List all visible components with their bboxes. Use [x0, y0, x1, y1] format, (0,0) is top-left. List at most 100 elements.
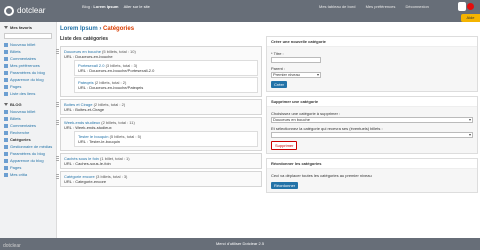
sidebar-item-new-post[interactable]: Nouveau billet	[0, 41, 56, 48]
chevron-down-icon	[4, 103, 8, 106]
help-button[interactable]: Aide	[461, 14, 480, 22]
power-icon[interactable]	[467, 3, 474, 10]
category-url: Douceurs-en-bouche/Pateqeis	[89, 85, 144, 90]
sidebar-item-pages-2[interactable]: Pages	[0, 164, 56, 171]
link-icon	[4, 91, 8, 96]
sidebar-item-label: Nouveau billet	[10, 42, 36, 47]
footer: dotclear Merci d'utiliser Dotclear 2.5	[0, 238, 480, 250]
url-label: URL :	[78, 139, 89, 144]
title-label: * Titre :	[271, 51, 284, 56]
drag-handle-icon[interactable]	[56, 49, 59, 55]
favorites-title: Mes favoris	[10, 25, 33, 30]
delete-category-select[interactable]: Douceurs en bouche	[271, 117, 473, 123]
create-category-box: Créer une nouvelle catégorie * Titre : P…	[266, 36, 478, 92]
category-url: Week-ends-studieux	[75, 125, 112, 130]
actions-column: Créer une nouvelle catégorie * Titre : P…	[266, 36, 478, 197]
category-url: Boites-et-Cirage	[75, 107, 105, 112]
sidebar-item-categories[interactable]: Catégories	[0, 136, 56, 143]
sidebar-item-links[interactable]: Liste des liens	[0, 90, 56, 97]
breadcrumb: Lorem Ipsum › Catégories	[60, 26, 134, 32]
drag-handle-icon[interactable]	[56, 102, 59, 108]
url-label: URL :	[64, 107, 75, 112]
sidebar-item-blog-settings[interactable]: Paramètres du blog	[0, 69, 56, 76]
search-input[interactable]	[4, 33, 52, 39]
sidebar-item-label: Paramètres du blog	[10, 151, 45, 156]
drag-handle-icon[interactable]	[56, 156, 59, 162]
sidebar-item-blog-theme[interactable]: Apparence du blog	[0, 76, 56, 83]
blog-header[interactable]: BLOG	[0, 99, 56, 108]
blog-name[interactable]: Lorem Ipsum	[93, 4, 118, 9]
create-button[interactable]: Créer	[271, 81, 288, 88]
category-item[interactable]: Cachés sous le foin (1 billet, total : 1…	[56, 153, 262, 169]
breadcrumb-blog[interactable]: Lorem Ipsum	[60, 26, 98, 32]
sidebar-item-search[interactable]: Recherche	[0, 129, 56, 136]
delete-category-title: Supprimer une catégorie	[267, 97, 477, 107]
sidebar-item-media[interactable]: Gestionnaire de médias	[0, 143, 56, 150]
delete-category-box: Supprimer une catégorie Choisissez une c…	[266, 96, 478, 154]
posts-icon	[4, 49, 8, 54]
sidebar-item-posts-2[interactable]: Billets	[0, 115, 56, 122]
sidebar-item-label: Nouveau billet	[10, 109, 36, 114]
drag-handle-icon[interactable]	[56, 174, 59, 180]
subcategory-item[interactable]: Portesexall 2.0 (3 billets, total : 3) U…	[74, 60, 258, 76]
reorder-category-box: Réordonner les catégories Ceci va déplac…	[266, 158, 478, 193]
category-item[interactable]: Catégorie encore (3 billets, total : 3) …	[56, 171, 262, 187]
preferences-link[interactable]: Mes préférences	[366, 4, 396, 9]
parent-select[interactable]: Premier niveau	[271, 72, 321, 78]
settings-icon	[4, 70, 8, 75]
reorder-button[interactable]: Réordonner	[271, 182, 299, 189]
sidebar-item-blog-theme-2[interactable]: Apparence du blog	[0, 157, 56, 164]
move-posts-label: Et sélectionnez la catégorie qui recevra…	[271, 126, 383, 131]
theme-icon	[4, 158, 8, 163]
sidebar-item-label: Apparence du blog	[10, 77, 44, 82]
sidebar-item-label: Recherche	[10, 130, 30, 135]
sidebar-item-more[interactable]: Mes critia	[0, 171, 56, 178]
theme-icon	[4, 77, 8, 82]
logo-icon	[4, 6, 14, 16]
sidebar-item-preferences[interactable]: Mes préférences	[0, 62, 56, 69]
logout-link[interactable]: Déconnexion	[406, 4, 429, 9]
category-url: Tester-le-bouquin	[89, 139, 121, 144]
sidebar-item-blog-settings-2[interactable]: Paramètres du blog	[0, 150, 56, 157]
favorites-header[interactable]: Mes favoris	[0, 22, 56, 31]
url-label: URL :	[64, 54, 75, 59]
sidebar-item-label: Billets	[10, 49, 21, 54]
footer-text: Merci d'utiliser Dotclear 2.5	[215, 241, 265, 246]
sidebar-item-comments-2[interactable]: Commentaires	[0, 122, 56, 129]
category-item[interactable]: Douceurs en bouche (5 billets, total : 1…	[56, 46, 262, 97]
title-input[interactable]	[271, 57, 321, 63]
choose-category-label: Choisissez une catégorie à supprimer :	[271, 111, 341, 116]
logo-text: dotclear	[17, 6, 46, 15]
sidebar-item-new-post-2[interactable]: Nouveau billet	[0, 108, 56, 115]
sidebar-item-pages[interactable]: Pages	[0, 83, 56, 90]
move-posts-select[interactable]	[271, 132, 473, 138]
sidebar-item-label: Mes critia	[10, 172, 28, 177]
media-icon	[4, 144, 8, 149]
category-url: Douceurs-en-bouche	[75, 54, 113, 59]
breadcrumb-sep: ›	[99, 26, 102, 32]
sidebar-item-label: Catégories	[10, 137, 31, 142]
dashboard-link[interactable]: Mes tableau de bord	[319, 4, 355, 9]
sidebar-item-label: Apparence du blog	[10, 158, 44, 163]
sidebar-item-label: Pages	[10, 84, 22, 89]
user-icon[interactable]	[458, 2, 466, 11]
category-item[interactable]: Week-ends studieux (2 billets, total : 1…	[56, 117, 262, 151]
footer-logo: dotclear	[3, 243, 21, 249]
pencil-icon	[4, 42, 8, 47]
category-item[interactable]: Boites et Cirage (2 billets, total : 2) …	[56, 99, 262, 115]
url-label: URL :	[64, 125, 75, 130]
sidebar-item-posts[interactable]: Billets	[0, 48, 56, 55]
drag-handle-icon[interactable]	[56, 120, 59, 126]
blog-prefix: Blog :	[82, 4, 93, 9]
subcategory-item[interactable]: Tester le bouquin (5 billets, total : 5)…	[74, 131, 258, 147]
subcategory-item[interactable]: Pateqeis (2 billets, total : 2) URL : Do…	[74, 77, 258, 93]
top-nav: Mes tableau de bord Mes préférences Déco…	[319, 4, 438, 9]
page-icon	[4, 84, 8, 89]
pencil-icon	[4, 109, 8, 114]
sidebar-item-label: Mes préférences	[10, 63, 40, 68]
search-icon	[4, 130, 8, 135]
delete-button[interactable]: Supprimer	[271, 141, 298, 150]
dotclear-logo[interactable]: dotclear	[4, 5, 46, 17]
sidebar-item-comments[interactable]: Commentaires	[0, 55, 56, 62]
go-to-site-link[interactable]: Aller sur le site	[124, 4, 150, 9]
